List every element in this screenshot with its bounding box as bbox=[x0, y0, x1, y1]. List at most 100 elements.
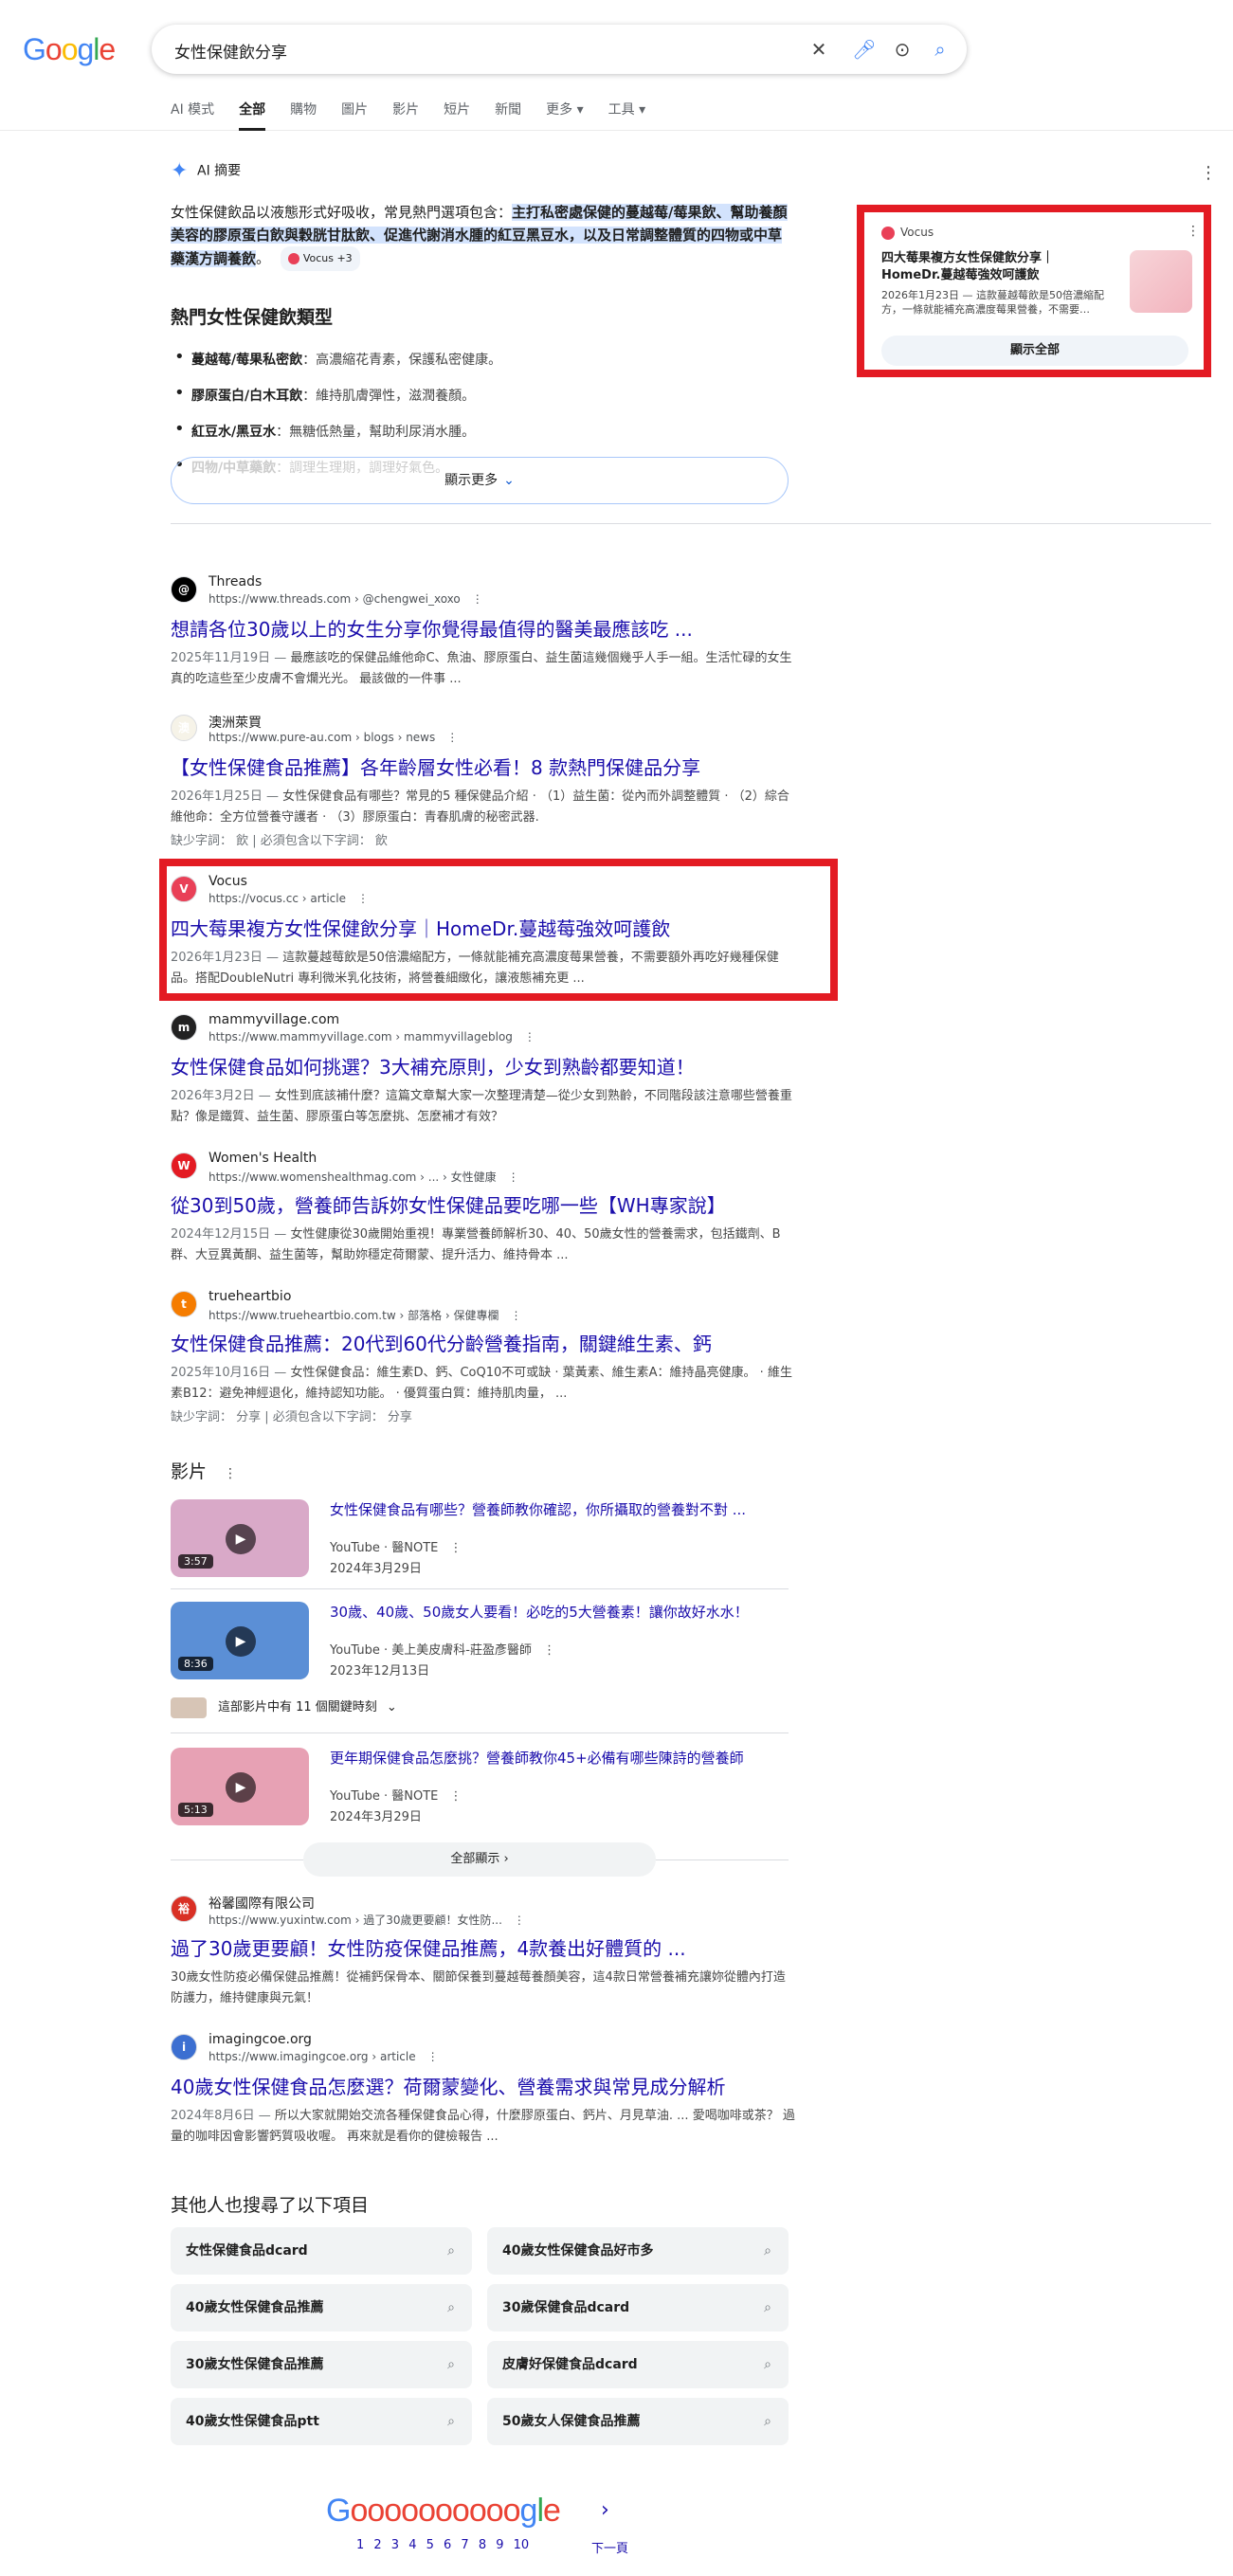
show-more-button[interactable]: 顯示更多 ⌄ bbox=[171, 457, 789, 504]
result-source[interactable]: t trueheartbio https://www.trueheartbio.co… bbox=[171, 1287, 796, 1323]
missing-terms[interactable]: 缺少字詞： 分享 | 必須包含以下字詞： 分享 bbox=[171, 1406, 796, 1424]
result-source[interactable]: i imagingcoe.org https://www.imagingcoe.or… bbox=[171, 2030, 796, 2066]
site-favicon-icon: t bbox=[171, 1291, 197, 1317]
site-url: https://www.pure-au.com › blogs › news ⋮ bbox=[209, 731, 459, 744]
camera-search-icon[interactable]: ⊙ bbox=[889, 36, 916, 63]
chevron-right-icon[interactable]: › bbox=[601, 2498, 609, 2522]
play-icon[interactable]: ▶ bbox=[226, 1772, 256, 1803]
result-title[interactable]: 女性保健食品如何挑選？3大補充原則，少女到熟齡都要知道！ bbox=[171, 1054, 796, 1080]
tab-ai-mode[interactable]: AI 模式 bbox=[171, 99, 214, 131]
video-duration: 5:13 bbox=[178, 1803, 213, 1817]
result-snippet: 2024年8月6日 — 所以大家就開始交流各種保健食品心得，什麼膠原蛋白、鈣片、… bbox=[171, 2109, 795, 2144]
result-source[interactable]: 裕裕馨國際有限公司 https://www.yuxintw.com › 過了30歲… bbox=[171, 1892, 796, 1928]
sparkle-icon: ✦ bbox=[171, 159, 189, 183]
site-name: 澳洲萊買 bbox=[209, 716, 262, 731]
more-options-icon[interactable]: ⋮ bbox=[450, 1789, 462, 1804]
more-options-icon[interactable]: ⋮ bbox=[450, 1541, 462, 1555]
more-options-icon[interactable]: ⋮ bbox=[224, 1466, 237, 1481]
source-card-title[interactable]: 四大莓果複方女性保健飲分享｜HomeDr.蔓越莓強效呵護飲 bbox=[881, 250, 1109, 284]
search-box[interactable]: 女性保健飲分享 ✕ 🎤︎ ⊙ ⌕ bbox=[152, 25, 967, 74]
result-source[interactable]: m mammyvillage.com https://www.mammyvillag… bbox=[171, 1010, 796, 1046]
result-title[interactable]: 40歲女性保健食品怎麼選？荷爾蒙變化、營養需求與常見成分解析 bbox=[171, 2074, 796, 2100]
result-snippet: 2026年1月25日 — 女性保健食品有哪些？常見的5 種保健品介紹 · （1）… bbox=[171, 789, 789, 825]
tab-news[interactable]: 新聞 bbox=[495, 99, 521, 131]
more-options-icon[interactable]: ⋮ bbox=[524, 1030, 535, 1043]
video-date: 2024年3月29日 bbox=[330, 1810, 422, 1824]
video-title[interactable]: 女性保健食品有哪些？營養師教你確認，你所攝取的營養對不對 ... bbox=[330, 1499, 746, 1519]
result-source[interactable]: @ Threads https://www.threads.com › @cheng… bbox=[171, 572, 796, 608]
result-snippet: 2024年12月15日 — 女性健康從30歲開始重視！專業營養師解析30、40、… bbox=[171, 1227, 781, 1262]
more-options-icon[interactable]: ⋮ bbox=[446, 731, 458, 744]
source-card-thumbnail[interactable] bbox=[1130, 250, 1192, 313]
video-date: 2024年3月29日 bbox=[330, 1562, 422, 1576]
microphone-icon[interactable]: 🎤︎ bbox=[851, 36, 878, 63]
related-search-chip[interactable]: 30歲保健食品dcard ⌕ bbox=[487, 2284, 789, 2331]
more-options-icon[interactable]: ⋮ bbox=[514, 1914, 525, 1927]
more-options-icon[interactable]: ⋮ bbox=[1200, 163, 1217, 183]
clear-icon[interactable]: ✕ bbox=[806, 36, 832, 63]
result-title[interactable]: 女性保健食品推薦：20代到60代分齡營養指南，關鍵維生素、鈣 bbox=[171, 1331, 796, 1357]
more-options-icon[interactable]: ⋮ bbox=[427, 2050, 439, 2063]
more-options-icon[interactable]: ⋮ bbox=[511, 1309, 522, 1322]
play-icon[interactable]: ▶ bbox=[226, 1524, 256, 1554]
site-name: 裕馨國際有限公司 bbox=[209, 1896, 315, 1912]
related-search-chip[interactable]: 女性保健食品dcard ⌕ bbox=[171, 2227, 472, 2275]
related-search-chip[interactable]: 皮膚好保健食品dcard ⌕ bbox=[487, 2341, 789, 2388]
related-search-chip[interactable]: 40歲女性保健食品好市多 ⌕ bbox=[487, 2227, 789, 2275]
key-moments-toggle[interactable]: 這部影片中有 11 個關鍵時刻 ⌄ bbox=[171, 1696, 397, 1718]
result-title[interactable]: 從30到50歲，營養師告訴妳女性保健品要吃哪一些【WH專家說】 bbox=[171, 1192, 796, 1219]
ai-overview-heading: AI 摘要 bbox=[197, 163, 242, 179]
video-title[interactable]: 更年期保健食品怎麼挑？營養師教你45+必備有哪些陳詩的營養師 bbox=[330, 1748, 744, 1768]
related-searches-heading: 其他人也搜尋了以下項目 bbox=[171, 2195, 370, 2216]
result-title[interactable]: 想請各位30歲以上的女生分享你覺得最值得的醫美最應該吃 ... bbox=[171, 616, 796, 643]
video-item[interactable]: ▶ 8:36 30歲、40歲、50歲女人要看！必吃的5大營養素！讓你故好水水！ … bbox=[171, 1602, 789, 1689]
tab-tools[interactable]: 工具 ▾ bbox=[608, 99, 645, 131]
tab-images[interactable]: 圖片 bbox=[341, 99, 368, 131]
chevron-down-icon: ⌄ bbox=[503, 473, 515, 488]
result-source[interactable]: W Women's Health https://www.womenshealthm… bbox=[171, 1149, 796, 1185]
play-icon[interactable]: ▶ bbox=[226, 1626, 256, 1657]
related-search-chip[interactable]: 50歲女人保健食品推薦 ⌕ bbox=[487, 2398, 789, 2445]
more-options-icon[interactable]: ⋮ bbox=[472, 592, 483, 606]
site-url: https://www.threads.com › @chengwei_xoxo… bbox=[209, 592, 483, 606]
search-tabs: AI 模式 全部 購物 圖片 影片 短片 新聞 更多 ▾ 工具 ▾ bbox=[171, 99, 670, 131]
page-numbers[interactable]: 1 2 3 4 5 6 7 8 9 10 bbox=[356, 2538, 529, 2552]
related-search-chip[interactable]: 30歲女性保健食品推薦 ⌕ bbox=[171, 2341, 472, 2388]
google-logo[interactable]: Google bbox=[23, 32, 116, 67]
video-item[interactable]: ▶ 5:13 更年期保健食品怎麼挑？營養師教你45+必備有哪些陳詩的營養師 Yo… bbox=[171, 1748, 789, 1835]
video-meta: YouTube · 醫NOTE ⋮ bbox=[330, 1541, 462, 1555]
ai-source-card[interactable]: Vocus ⋮ 四大莓果複方女性保健飲分享｜HomeDr.蔓越莓強效呵護飲 20… bbox=[857, 205, 1211, 377]
tab-more[interactable]: 更多 ▾ bbox=[546, 99, 583, 131]
result-snippet: 2026年3月2日 — 女性到底該補什麼？這篇文章幫大家一次整理清楚—從少女到熟… bbox=[171, 1089, 792, 1124]
site-url: https://www.trueheartbio.com.tw › 部落格 › … bbox=[209, 1309, 522, 1322]
more-options-icon[interactable]: ⋮ bbox=[543, 1643, 555, 1658]
tab-all[interactable]: 全部 bbox=[239, 99, 266, 131]
chevron-down-icon: ⌄ bbox=[386, 1700, 397, 1714]
search-result: 澳澳洲萊買 https://www.pure-au.com › blogs › n… bbox=[171, 711, 796, 848]
show-all-button[interactable]: 顯示全部 bbox=[881, 336, 1188, 366]
source-chip[interactable]: Vocus +3 bbox=[280, 246, 360, 271]
more-options-icon[interactable]: ⋮ bbox=[508, 1170, 519, 1184]
videos-heading: 影片 ⋮ bbox=[171, 1461, 238, 1482]
search-icon: ⌕ bbox=[447, 2243, 455, 2259]
result-title[interactable]: 【女性保健食品推薦】各年齡層女性必看！8 款熱門保健品分享 bbox=[171, 754, 796, 781]
show-all-videos-button[interactable]: 全部顯示 › bbox=[303, 1842, 656, 1877]
tab-shorts[interactable]: 短片 bbox=[444, 99, 470, 131]
missing-terms[interactable]: 缺少字詞： 飲 | 必須包含以下字詞： 飲 bbox=[171, 830, 796, 848]
result-snippet: 2025年11月19日 — 最應該吃的保健品維他命C、魚油、膠原蛋白、益生菌這幾… bbox=[171, 651, 792, 686]
search-result: @ Threads https://www.threads.com › @cheng… bbox=[171, 572, 796, 690]
tab-shopping[interactable]: 購物 bbox=[290, 99, 317, 131]
more-options-icon[interactable]: ⋮ bbox=[1187, 224, 1200, 239]
next-page-link[interactable]: 下一頁 bbox=[591, 2538, 628, 2556]
related-search-chip[interactable]: 40歲女性保健食品ptt ⌕ bbox=[171, 2398, 472, 2445]
result-title[interactable]: 過了30歲更要顧！女性防疫保健品推薦，4款養出好體質的 ... bbox=[171, 1935, 796, 1962]
result-source[interactable]: 澳澳洲萊買 https://www.pure-au.com › blogs › n… bbox=[171, 711, 796, 747]
search-input[interactable]: 女性保健飲分享 bbox=[174, 39, 287, 63]
related-search-chip[interactable]: 40歲女性保健食品推薦 ⌕ bbox=[171, 2284, 472, 2331]
search-icon: ⌕ bbox=[764, 2414, 771, 2429]
video-item[interactable]: ▶ 3:57 女性保健食品有哪些？營養師教你確認，你所攝取的營養對不對 ... … bbox=[171, 1499, 789, 1587]
search-icon[interactable]: ⌕ bbox=[927, 36, 953, 63]
search-icon: ⌕ bbox=[764, 2357, 771, 2372]
tab-videos[interactable]: 影片 bbox=[392, 99, 419, 131]
video-title[interactable]: 30歲、40歲、50歲女人要看！必吃的5大營養素！讓你故好水水！ bbox=[330, 1602, 749, 1622]
